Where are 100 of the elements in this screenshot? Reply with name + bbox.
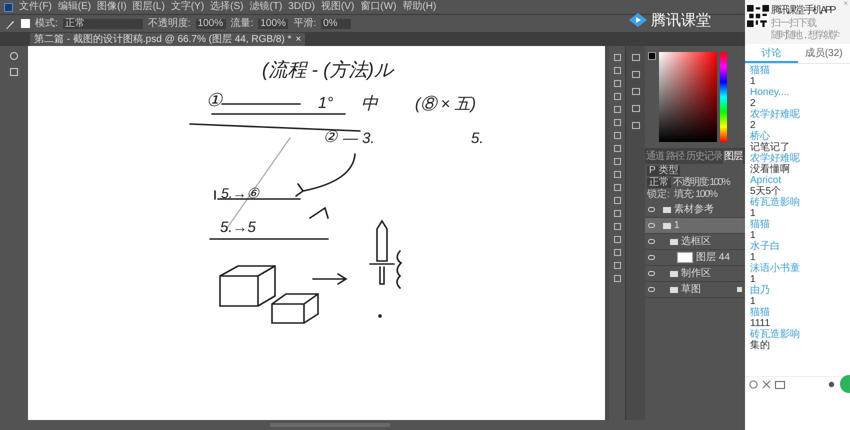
menu-item[interactable]: 图层(L) xyxy=(132,2,165,12)
eye-icon[interactable] xyxy=(648,287,655,292)
panel-tab[interactable]: 通道 xyxy=(645,150,665,164)
panel-icon[interactable] xyxy=(632,88,640,95)
chat-message: 1 xyxy=(750,296,756,307)
chat-message: 没看懂啊 xyxy=(750,164,790,175)
layer-filter[interactable]: P 类型 xyxy=(647,166,680,176)
chat-message: 1 xyxy=(750,76,756,87)
chat-username[interactable]: 猫猫 xyxy=(750,307,770,318)
blend-mode-dropdown[interactable]: 正常 xyxy=(647,178,671,188)
layer-row[interactable]: 制作区 xyxy=(645,266,745,282)
layer-name: 1 xyxy=(674,220,680,230)
chat-username[interactable]: 农学好难呢 xyxy=(750,109,800,120)
chat-message: 1 xyxy=(750,274,756,285)
eye-icon[interactable] xyxy=(648,271,655,276)
menu-item[interactable]: 选择(S) xyxy=(210,2,244,12)
chat-tab[interactable]: 讨论 xyxy=(745,44,798,63)
layer-row[interactable]: 1 xyxy=(645,218,745,234)
panel-icon[interactable] xyxy=(632,71,640,78)
eye-icon[interactable] xyxy=(648,223,655,228)
layer-name: 选框区 xyxy=(681,236,711,246)
close-icon[interactable]: × xyxy=(295,34,302,44)
chat-message: 1 xyxy=(750,230,756,241)
chat-message: 1 xyxy=(750,208,756,219)
layer-name: 草图 xyxy=(681,284,701,294)
panel-tab[interactable]: 历史记录 xyxy=(685,150,723,164)
app-title: 腾讯课堂-手机APP xyxy=(771,5,834,17)
chat-username[interactable]: 砖瓦造影响 xyxy=(750,197,800,208)
eye-icon[interactable] xyxy=(648,255,655,260)
menu-item[interactable]: 滤镜(T) xyxy=(250,2,282,12)
menu-item[interactable]: 编辑(E) xyxy=(58,2,92,12)
chat-username[interactable]: Honey.... xyxy=(750,87,790,98)
menu-item[interactable]: 窗口(W) xyxy=(360,2,396,12)
layer-row[interactable]: 选框区 xyxy=(645,234,745,250)
chat-username[interactable]: 由乃 xyxy=(750,285,770,296)
opacity-label: 不透明度: 100% xyxy=(673,178,730,188)
layer-name: 制作区 xyxy=(681,268,711,278)
lock-label: 锁定: xyxy=(647,190,670,200)
layer-row[interactable]: 草图 xyxy=(645,282,745,298)
fill-label: 填充: 100% xyxy=(674,190,717,200)
foreground-swatch[interactable] xyxy=(648,52,656,60)
chat-message: 2 xyxy=(750,120,756,131)
chat-username[interactable]: 沫语小书童 xyxy=(750,263,800,274)
app-icon[interactable] xyxy=(4,2,13,12)
brush-preset-swatch[interactable] xyxy=(21,19,30,28)
chat-username[interactable]: 桥心 xyxy=(750,131,770,142)
eye-icon[interactable] xyxy=(648,239,655,244)
option-field[interactable]: 0% xyxy=(321,18,352,28)
chat-username[interactable]: 农学好难呢 xyxy=(750,153,800,164)
chat-tab[interactable]: 成员(32) xyxy=(798,44,850,63)
emoji-icon[interactable] xyxy=(749,380,758,389)
panel-icon[interactable] xyxy=(632,122,640,129)
handwritten-note: (流程 - (方法)ル xyxy=(262,60,393,81)
menu-item[interactable]: 图像(I) xyxy=(97,2,127,12)
chat-username[interactable]: 水子白 xyxy=(750,241,780,252)
color-spectrum[interactable] xyxy=(720,52,727,142)
folder-icon xyxy=(663,222,671,228)
panel-tab[interactable]: 图层 xyxy=(723,150,743,164)
eye-icon[interactable] xyxy=(648,207,655,212)
layer-row[interactable]: 图层 44 xyxy=(645,250,745,266)
menu-item[interactable]: 帮助(H) xyxy=(402,2,436,12)
close-icon[interactable]: × xyxy=(843,0,848,8)
panel-icon[interactable] xyxy=(632,54,640,61)
app-hint: 随时随地，想学就学 xyxy=(771,30,838,41)
panel-icon[interactable] xyxy=(632,105,640,112)
menu-item[interactable]: 视图(V) xyxy=(320,2,354,12)
chat-message: 记笔记了 xyxy=(750,142,790,153)
chat-message: 集的 xyxy=(750,340,770,351)
folder-icon xyxy=(663,206,671,212)
menu-item[interactable]: 文字(Y) xyxy=(170,2,204,12)
layer-name: 素材参考 xyxy=(674,204,714,214)
chat-message: 1 xyxy=(750,252,756,263)
layer-name: 图层 44 xyxy=(696,252,730,262)
handwritten-note: 5.→5 xyxy=(220,219,256,236)
option-field[interactable]: 正常 xyxy=(62,18,143,28)
option-field[interactable]: 100% xyxy=(258,18,288,28)
panel-tab[interactable]: 路径 xyxy=(665,150,685,164)
option-label: 平滑: xyxy=(293,18,316,28)
layer-thumbnail xyxy=(677,252,693,263)
handwritten-note: 中 xyxy=(361,94,378,113)
scissors-icon[interactable] xyxy=(762,380,771,389)
option-field[interactable]: 100% xyxy=(196,18,226,28)
chat-message: 2 xyxy=(750,98,756,109)
handwritten-note: 1° xyxy=(318,95,334,112)
chat-username[interactable]: 猫猫 xyxy=(750,219,770,230)
menu-item[interactable]: 3D(D) xyxy=(288,2,315,12)
handwritten-note: ① xyxy=(206,90,222,110)
option-label: 模式: xyxy=(35,18,58,28)
image-icon[interactable] xyxy=(775,380,785,388)
folder-icon xyxy=(670,270,678,276)
chat-username[interactable]: 砖瓦造影响 xyxy=(750,329,800,340)
handwritten-note: 5. xyxy=(471,130,484,147)
chat-username[interactable]: 猫猫 xyxy=(750,65,770,76)
document-tab[interactable]: 第二篇 - 截图的设计图稿.psd @ 66.7% (图层 44, RGB/8) * × xyxy=(30,33,306,46)
chat-username[interactable]: Apricot xyxy=(750,175,782,186)
color-picker-field[interactable] xyxy=(659,52,717,142)
app-hint: 扫一扫下载 xyxy=(771,18,816,29)
handwritten-note: (⑧ × 五) xyxy=(415,96,476,113)
chat-message: 1111 xyxy=(750,318,770,329)
menu-item[interactable]: 文件(F) xyxy=(19,2,52,12)
